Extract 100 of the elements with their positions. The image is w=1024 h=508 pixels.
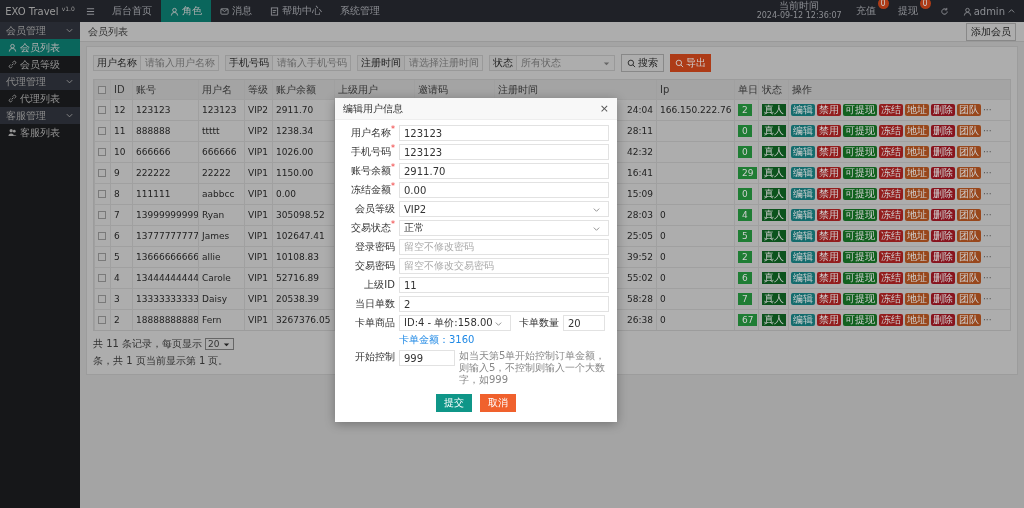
dialog-button[interactable]: 提交 [436, 394, 472, 412]
action-button[interactable]: 冻结 [879, 230, 903, 242]
action-button[interactable]: 编辑 [791, 272, 815, 284]
more-button[interactable]: ··· [983, 273, 992, 283]
action-button[interactable]: 团队 [957, 314, 981, 326]
action-button[interactable]: 团队 [957, 188, 981, 200]
action-button[interactable]: 地址 [905, 293, 929, 305]
action-button[interactable]: 可提现 [843, 293, 877, 305]
sidebar-group[interactable]: 会员管理 [0, 22, 80, 39]
more-button[interactable]: ··· [983, 210, 992, 220]
input-field[interactable]: 11 [399, 277, 609, 293]
action-button[interactable]: 地址 [905, 251, 929, 263]
action-button[interactable]: 禁用 [817, 272, 841, 284]
input-field[interactable]: 0.00 [399, 182, 609, 198]
action-button[interactable]: 删除 [931, 230, 955, 242]
action-button[interactable]: 可提现 [843, 272, 877, 284]
action-button[interactable]: 禁用 [817, 167, 841, 179]
action-button[interactable]: 团队 [957, 104, 981, 116]
action-button[interactable]: 团队 [957, 167, 981, 179]
action-button[interactable]: 禁用 [817, 125, 841, 137]
select-field[interactable]: VIP2 [399, 201, 609, 217]
nav-tab[interactable]: 消息 [211, 0, 261, 22]
more-button[interactable]: ··· [983, 168, 992, 178]
action-button[interactable]: 禁用 [817, 146, 841, 158]
action-button[interactable]: 删除 [931, 104, 955, 116]
action-button[interactable]: 冻结 [879, 146, 903, 158]
action-button[interactable]: 冻结 [879, 125, 903, 137]
action-button[interactable]: 编辑 [791, 251, 815, 263]
sidebar-group[interactable]: 代理管理 [0, 73, 80, 90]
filter-field[interactable]: 用户名称 请输入用户名称 [93, 55, 219, 71]
nav-tab[interactable]: 角色 [161, 0, 211, 22]
action-button[interactable]: 可提现 [843, 167, 877, 179]
close-button[interactable]: × [599, 102, 609, 115]
action-button[interactable]: 可提现 [843, 125, 877, 137]
action-button[interactable]: 团队 [957, 125, 981, 137]
input-field[interactable]: 999 [399, 350, 455, 366]
action-button[interactable]: 团队 [957, 251, 981, 263]
action-button[interactable]: 编辑 [791, 188, 815, 200]
more-button[interactable]: ··· [983, 105, 992, 115]
action-button[interactable]: 冻结 [879, 293, 903, 305]
action-button[interactable]: 地址 [905, 209, 929, 221]
action-button[interactable]: 编辑 [791, 230, 815, 242]
input-field[interactable]: 2 [399, 296, 609, 312]
action-button[interactable]: 团队 [957, 146, 981, 158]
sidebar-item[interactable]: 会员列表 [0, 39, 80, 56]
action-button[interactable]: 地址 [905, 104, 929, 116]
withdraw-link[interactable]: 提现 [897, 5, 918, 16]
more-button[interactable]: ··· [983, 315, 992, 325]
action-button[interactable]: 可提现 [843, 146, 877, 158]
checkbox[interactable] [98, 85, 106, 94]
checkbox[interactable] [98, 106, 106, 114]
add-member-button[interactable]: 添加会员 [966, 22, 1016, 41]
action-button[interactable]: 团队 [957, 272, 981, 284]
user-menu[interactable]: admin [962, 5, 1016, 17]
action-button[interactable]: 禁用 [817, 251, 841, 263]
checkbox[interactable] [98, 232, 106, 240]
action-button[interactable]: 删除 [931, 167, 955, 179]
dialog-button[interactable]: 取消 [480, 394, 516, 412]
action-button[interactable]: 冻结 [879, 104, 903, 116]
action-button[interactable]: 冻结 [879, 188, 903, 200]
checkbox[interactable] [98, 211, 106, 219]
action-button[interactable]: 删除 [931, 293, 955, 305]
more-button[interactable]: ··· [983, 252, 992, 262]
action-button[interactable]: 冻结 [879, 209, 903, 221]
menu-icon[interactable] [86, 6, 95, 16]
action-button[interactable]: 删除 [931, 272, 955, 284]
checkbox[interactable] [98, 316, 106, 324]
export-button[interactable]: 导出 [670, 54, 711, 72]
action-button[interactable]: 冻结 [879, 314, 903, 326]
action-button[interactable]: 团队 [957, 230, 981, 242]
more-button[interactable]: ··· [983, 189, 992, 199]
action-button[interactable]: 编辑 [791, 167, 815, 179]
action-button[interactable]: 编辑 [791, 146, 815, 158]
action-button[interactable]: 地址 [905, 167, 929, 179]
action-button[interactable]: 禁用 [817, 188, 841, 200]
action-button[interactable]: 删除 [931, 314, 955, 326]
more-button[interactable]: ··· [983, 231, 992, 241]
nav-tab[interactable]: 后台首页 [103, 0, 161, 22]
checkbox[interactable] [98, 274, 106, 282]
action-button[interactable]: 编辑 [791, 314, 815, 326]
action-button[interactable]: 禁用 [817, 230, 841, 242]
checkbox[interactable] [98, 295, 106, 303]
action-button[interactable]: 地址 [905, 230, 929, 242]
select-field[interactable]: 正常 [399, 220, 609, 236]
action-button[interactable]: 删除 [931, 188, 955, 200]
action-button[interactable]: 编辑 [791, 293, 815, 305]
action-button[interactable]: 禁用 [817, 209, 841, 221]
action-button[interactable]: 删除 [931, 209, 955, 221]
action-button[interactable]: 可提现 [843, 209, 877, 221]
input-field[interactable]: 20 [563, 315, 605, 331]
input-field[interactable]: 2911.70 [399, 163, 609, 179]
action-button[interactable]: 冻结 [879, 251, 903, 263]
refresh-icon[interactable] [939, 6, 949, 16]
action-button[interactable]: 地址 [905, 272, 929, 284]
action-button[interactable]: 可提现 [843, 314, 877, 326]
search-button[interactable]: 搜索 [621, 54, 664, 72]
action-button[interactable]: 冻结 [879, 167, 903, 179]
action-button[interactable]: 团队 [957, 293, 981, 305]
action-button[interactable]: 编辑 [791, 104, 815, 116]
action-button[interactable]: 冻结 [879, 272, 903, 284]
